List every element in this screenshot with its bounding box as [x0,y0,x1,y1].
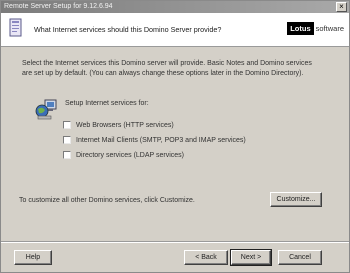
brand-lotus: Lotus [287,21,314,35]
globe-network-icon [35,99,57,120]
customize-button[interactable]: Customize... [270,192,322,207]
customize-hint: To customize all other Domino services, … [19,197,195,204]
setup-window: Remote Server Setup for 9.12.6.94 × What… [0,0,350,273]
title-bar: Remote Server Setup for 9.12.6.94 × [1,1,349,13]
page-question: What Internet services should this Domin… [34,25,222,34]
internet-mail-label: Internet Mail Clients (SMTP, POP3 and IM… [76,136,246,144]
back-button[interactable]: < Back [184,250,228,265]
document-icon [9,18,22,37]
option-internet-mail[interactable]: Internet Mail Clients (SMTP, POP3 and IM… [63,135,246,145]
intro-text: Select the Internet services this Domino… [22,60,312,77]
option-web-browsers[interactable]: Web Browsers (HTTP services) [63,120,174,130]
internet-mail-checkbox[interactable] [63,136,71,144]
window-title: Remote Server Setup for 9.12.6.94 [4,3,113,10]
web-browsers-checkbox[interactable] [63,121,71,129]
option-directory-services[interactable]: Directory services (LDAP services) [63,150,184,160]
next-button[interactable]: Next > [230,249,272,266]
web-browsers-label: Web Browsers (HTTP services) [76,121,174,129]
directory-services-label: Directory services (LDAP services) [76,151,185,159]
directory-services-checkbox[interactable] [63,151,71,159]
brand-software: software [315,23,344,33]
help-button[interactable]: Help [14,250,52,265]
lotus-software-logo: Lotus software [287,21,344,35]
footer-divider [1,241,349,243]
setup-services-label: Setup Internet services for: [65,100,149,107]
header-banner: What Internet services should this Domin… [1,13,349,47]
close-icon[interactable]: × [336,2,347,12]
cancel-button[interactable]: Cancel [278,250,322,265]
